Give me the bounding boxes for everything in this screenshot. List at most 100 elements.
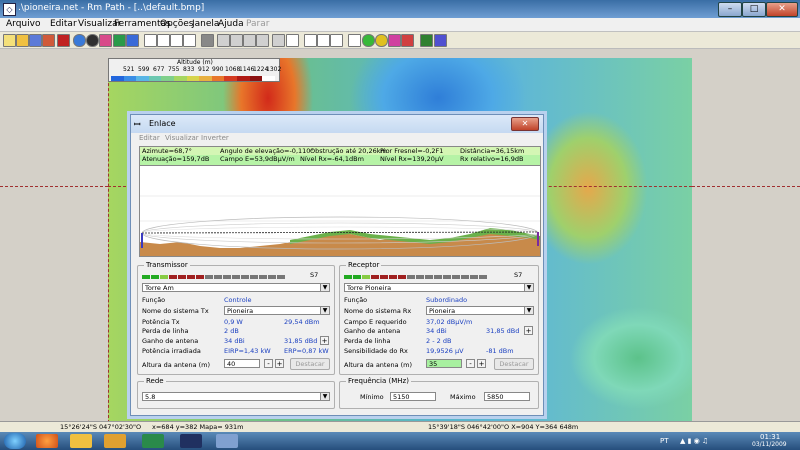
- print-icon[interactable]: [201, 34, 214, 47]
- tx-eirp: EIRP=1,43 kW: [224, 347, 271, 355]
- clock-time[interactable]: 01:31: [760, 433, 780, 441]
- rx-ganho-dbi[interactable]: 34 dBi: [426, 327, 447, 335]
- record-icon[interactable]: [86, 34, 99, 47]
- tx-station-select[interactable]: Torre Am ▼: [142, 283, 330, 292]
- tile-icon[interactable]: [157, 34, 170, 47]
- minimize-button[interactable]: –: [718, 2, 742, 17]
- transmissor-label: Transmissor: [144, 261, 190, 269]
- freq-max-label: Máximo: [450, 393, 476, 401]
- legend-swatch: [186, 76, 200, 81]
- tower-icon[interactable]: [57, 34, 70, 47]
- rx-nome-select[interactable]: Pioneira ▼: [426, 306, 534, 315]
- folder-icon[interactable]: [70, 434, 92, 448]
- dialog-menu-visualizar[interactable]: Visualizar: [165, 134, 199, 142]
- link-tool-icon[interactable]: [348, 34, 361, 47]
- pan-icon[interactable]: [317, 34, 330, 47]
- tx-ganho-plus-button[interactable]: +: [320, 336, 329, 345]
- color-icon[interactable]: [99, 34, 112, 47]
- globe-icon[interactable]: [73, 34, 86, 47]
- cascade-icon[interactable]: [183, 34, 196, 47]
- app-icon-green[interactable]: [142, 434, 164, 448]
- list-icon[interactable]: [272, 34, 285, 47]
- rede-select[interactable]: 5.8 ▼: [142, 392, 330, 401]
- paint-icon[interactable]: [216, 434, 238, 448]
- rede-group: Rede 5.8 ▼: [137, 377, 335, 409]
- tx-altura-plus-button[interactable]: +: [275, 359, 284, 368]
- rmpath-taskbar-icon[interactable]: [180, 434, 202, 448]
- enlace-dialog: ꟷ Enlace ✕ Editar Visualizar Inverter Az…: [130, 114, 544, 416]
- tx-perda-value[interactable]: 2 dB: [224, 327, 239, 335]
- close-button[interactable]: ✕: [766, 2, 798, 17]
- dialog-menu-inverter[interactable]: Inverter: [201, 134, 229, 142]
- language-indicator[interactable]: PT: [660, 437, 669, 445]
- rx-sens-dbm[interactable]: -81 dBm: [486, 347, 514, 355]
- rx-ganho-plus-button[interactable]: +: [524, 326, 533, 335]
- new-file-icon[interactable]: [3, 34, 16, 47]
- dialog-menu-editar[interactable]: Editar: [139, 134, 160, 142]
- rx-campo-value[interactable]: 37,02 dBµV/m: [426, 318, 472, 326]
- tx-irradiada-label: Potência irradiada: [142, 347, 201, 355]
- firefox-icon[interactable]: [36, 434, 58, 448]
- rx-station-select[interactable]: Torre Pioneira ▼: [344, 283, 534, 292]
- rx-sens-uv[interactable]: 19,9526 µV: [426, 347, 464, 355]
- open-folder-icon[interactable]: [16, 34, 29, 47]
- paste-icon[interactable]: [230, 34, 243, 47]
- menu-ajuda[interactable]: Ajuda: [218, 19, 244, 29]
- tx-altura-label: Altura da antena (m): [142, 361, 211, 369]
- freq-max-input[interactable]: 5850: [484, 392, 530, 401]
- window-icon[interactable]: [144, 34, 157, 47]
- crosshair-icon[interactable]: [286, 34, 299, 47]
- chevron-down-icon: ▼: [320, 307, 329, 314]
- tx-ganho-dbi[interactable]: 34 dBi: [224, 337, 245, 345]
- book-icon[interactable]: [420, 34, 433, 47]
- menu-parar[interactable]: Parar: [246, 19, 269, 29]
- properties-icon[interactable]: [42, 34, 55, 47]
- tx-potencia-dbm[interactable]: 29,54 dBm: [284, 318, 320, 326]
- tx-perda-label: Perda de linha: [142, 327, 189, 335]
- tx-altura-minus-button[interactable]: -: [264, 359, 273, 368]
- tx-ganho-dbd[interactable]: 31,85 dBd: [284, 337, 317, 345]
- save-icon[interactable]: [29, 34, 42, 47]
- rx-perda-value[interactable]: 2 - 2 dB: [426, 337, 451, 345]
- legend-tick: 1146: [239, 66, 255, 73]
- link-icon[interactable]: [126, 34, 139, 47]
- antenna-icon[interactable]: [401, 34, 414, 47]
- tx-potencia-w[interactable]: 0,9 W: [224, 318, 243, 326]
- tx-funcao-value[interactable]: Controle: [224, 296, 252, 304]
- legend-color-scale: [111, 74, 275, 81]
- network-icon[interactable]: [362, 34, 375, 47]
- rx-destacar-button[interactable]: Destacar: [494, 358, 534, 370]
- tx-funcao-label: Função: [142, 296, 166, 304]
- table-icon[interactable]: [256, 34, 269, 47]
- rx-ganho-dbd[interactable]: 31,85 dBd: [486, 327, 519, 335]
- copy-icon[interactable]: [217, 34, 230, 47]
- tx-altura-input[interactable]: 40: [224, 359, 260, 368]
- measure-icon[interactable]: [330, 34, 343, 47]
- help-icon[interactable]: [434, 34, 447, 47]
- grid-icon[interactable]: [243, 34, 256, 47]
- rx-altura-minus-button[interactable]: -: [466, 359, 475, 368]
- tx-nome-select[interactable]: Pioneira ▼: [224, 306, 330, 315]
- start-button-icon[interactable]: [4, 433, 26, 449]
- menu-opcoes[interactable]: Opções: [160, 19, 193, 29]
- freq-min-input[interactable]: 5150: [390, 392, 436, 401]
- title-bar: ◇ .\pioneira.net - Rm Path - [..\default…: [0, 0, 800, 18]
- menu-editar[interactable]: Editar: [50, 19, 77, 29]
- rx-altura-plus-button[interactable]: +: [477, 359, 486, 368]
- split-icon[interactable]: [113, 34, 126, 47]
- menu-arquivo[interactable]: Arquivo: [6, 19, 40, 29]
- radio-icon[interactable]: [388, 34, 401, 47]
- rx-funcao-value[interactable]: Subordinado: [426, 296, 467, 304]
- menu-janela[interactable]: Janela: [192, 19, 219, 29]
- tx-erp: ERP=0,87 kW: [284, 347, 329, 355]
- coverage-icon[interactable]: [375, 34, 388, 47]
- clock-date[interactable]: 03/11/2009: [752, 441, 787, 448]
- chevron-down-icon: ▼: [524, 284, 533, 291]
- maximize-button[interactable]: □: [742, 2, 766, 17]
- page-icon[interactable]: [170, 34, 183, 47]
- zoom-box-icon[interactable]: [304, 34, 317, 47]
- tx-destacar-button[interactable]: Destacar: [290, 358, 330, 370]
- dialog-close-button[interactable]: ✕: [511, 117, 539, 131]
- rx-altura-input[interactable]: 35: [426, 359, 462, 368]
- media-player-icon[interactable]: [104, 434, 126, 448]
